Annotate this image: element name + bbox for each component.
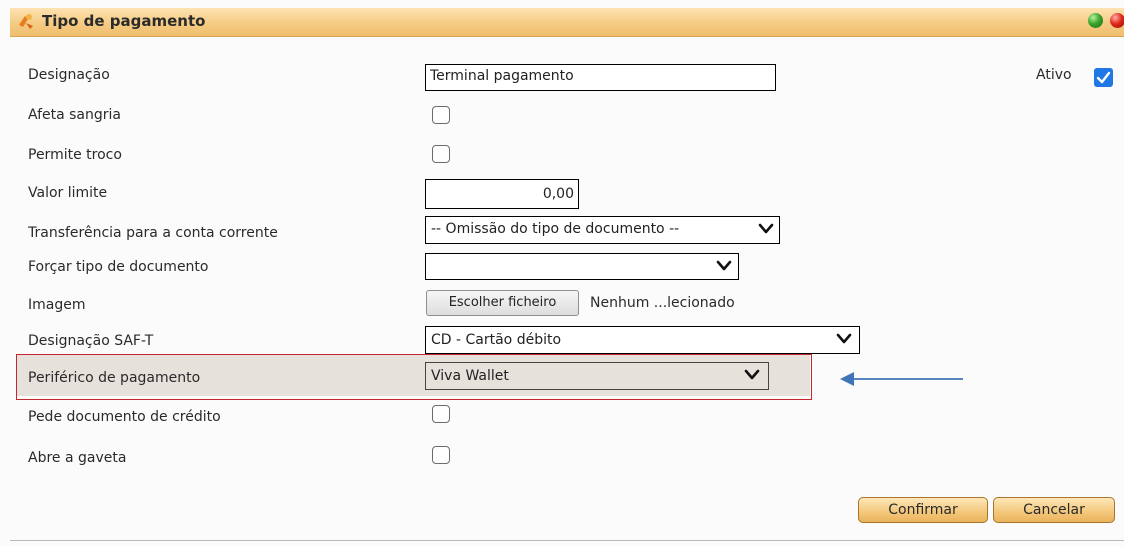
- transferencia-label: Transferência para a conta corrente: [28, 225, 278, 241]
- designacao-value: Terminal pagamento: [430, 68, 574, 84]
- saft-label: Designação SAF-T: [28, 333, 154, 349]
- transferencia-value: -- Omissão do tipo de documento --: [431, 221, 680, 237]
- ativo-checkbox[interactable]: [1094, 68, 1113, 87]
- forcar-tipo-select[interactable]: [425, 253, 739, 280]
- green-ball-icon[interactable]: [1088, 13, 1103, 28]
- saft-value: CD - Cartão débito: [431, 332, 562, 348]
- chevron-down-icon: [758, 223, 774, 234]
- designacao-label: Designação: [28, 67, 110, 83]
- confirm-button[interactable]: Confirmar: [858, 497, 988, 523]
- afeta-sangria-label: Afeta sangria: [28, 107, 121, 123]
- chevron-down-icon: [716, 260, 732, 271]
- abre-gaveta-label: Abre a gaveta: [28, 450, 127, 466]
- afeta-sangria-checkbox[interactable]: [432, 106, 450, 124]
- valor-limite-value: 0,00: [542, 186, 574, 202]
- annotation-arrow-icon: [840, 372, 963, 386]
- transferencia-select[interactable]: -- Omissão do tipo de documento --: [425, 216, 780, 244]
- valor-limite-input[interactable]: 0,00: [425, 179, 579, 209]
- ativo-label: Ativo: [1036, 67, 1072, 83]
- file-status-text: Nenhum ...lecionado: [590, 295, 735, 311]
- chevron-down-icon: [744, 369, 760, 380]
- pede-credito-label: Pede documento de crédito: [28, 409, 221, 425]
- choose-file-button[interactable]: Escolher ficheiro: [426, 290, 579, 316]
- periferico-label: Periférico de pagamento: [28, 370, 201, 386]
- periferico-select[interactable]: Viva Wallet: [425, 362, 769, 390]
- cancel-button[interactable]: Cancelar: [993, 497, 1115, 523]
- saft-select[interactable]: CD - Cartão débito: [425, 326, 860, 354]
- imagem-label: Imagem: [28, 297, 86, 313]
- check-icon: [1096, 71, 1111, 84]
- permite-troco-label: Permite troco: [28, 147, 122, 163]
- abre-gaveta-checkbox[interactable]: [432, 446, 450, 464]
- designacao-input[interactable]: Terminal pagamento: [425, 64, 776, 91]
- valor-limite-label: Valor limite: [28, 185, 108, 201]
- close-red-ball-icon[interactable]: [1110, 13, 1124, 28]
- periferico-value: Viva Wallet: [431, 368, 509, 384]
- payment-type-dialog: Tipo de pagamento Designação Terminal pa…: [0, 0, 1124, 546]
- dialog-titlebar: Tipo de pagamento: [10, 8, 1124, 37]
- dialog-title: Tipo de pagamento: [42, 12, 206, 30]
- divider: [10, 540, 1124, 541]
- chevron-down-icon: [836, 333, 852, 344]
- pede-credito-checkbox[interactable]: [432, 405, 450, 423]
- permite-troco-checkbox[interactable]: [432, 145, 450, 163]
- payment-type-icon: [19, 14, 33, 29]
- forcar-tipo-label: Forçar tipo de documento: [28, 259, 209, 275]
